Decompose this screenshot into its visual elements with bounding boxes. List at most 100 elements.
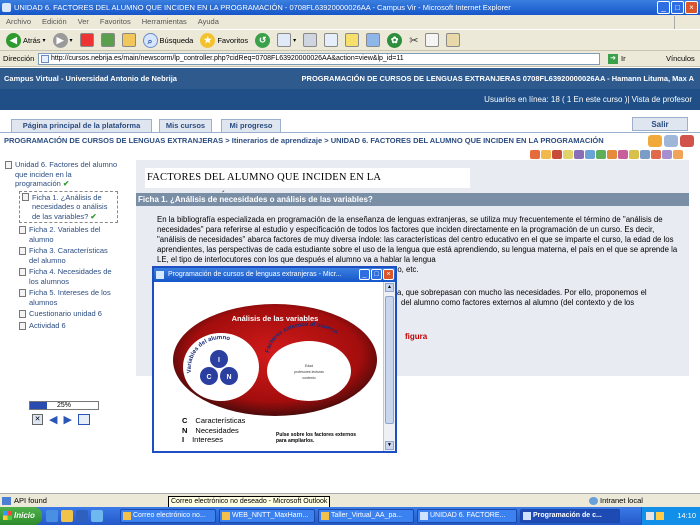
- back-button[interactable]: ◀ Atrás ▾: [4, 31, 48, 49]
- mail-icon: [277, 33, 292, 47]
- menu-herramientas[interactable]: Herramientas: [142, 15, 187, 29]
- taskbar-item[interactable]: UNIDAD 6. FACTORE...: [417, 509, 517, 523]
- taskbar-item[interactable]: Taller_Virtual_AA_pa...: [318, 509, 414, 523]
- learning-path-toc: Unidad 6. Factores del alumno que incide…: [5, 160, 118, 332]
- tool-icon[interactable]: [618, 150, 628, 159]
- toc-item-active[interactable]: Ficha 1. ¿Análisis de necesidades o anál…: [19, 190, 118, 223]
- progress-bar: 25%: [29, 401, 99, 410]
- tool-icon[interactable]: [574, 150, 584, 159]
- popup-scrollbar[interactable]: ▲ ▼: [383, 282, 395, 451]
- maximize-button[interactable]: □: [671, 1, 684, 14]
- menu-ayuda[interactable]: Ayuda: [198, 15, 219, 29]
- close-learning-path-icon[interactable]: [680, 135, 694, 147]
- next-icon[interactable]: ▶: [63, 413, 71, 426]
- clock[interactable]: 14:10: [677, 511, 696, 520]
- forward-button[interactable]: ▶ ▾: [51, 31, 75, 49]
- start-button[interactable]: Inicio: [0, 507, 42, 525]
- taskbar-item-active[interactable]: Programación de c...: [520, 509, 620, 523]
- tray-icon[interactable]: [646, 512, 654, 520]
- tool-icon[interactable]: [662, 150, 672, 159]
- cut-button[interactable]: ✂: [407, 31, 420, 49]
- toc-item[interactable]: Cuestionario unidad 6: [19, 309, 118, 319]
- minimize-button[interactable]: _: [657, 1, 670, 14]
- popup-close-button[interactable]: ×: [383, 269, 394, 280]
- logout-button[interactable]: Salir: [632, 117, 688, 131]
- tool-icon[interactable]: [640, 150, 650, 159]
- fullscreen-icon[interactable]: [77, 414, 90, 425]
- user-icon[interactable]: [664, 135, 678, 147]
- page-icon: [41, 55, 49, 63]
- intranet-icon: [589, 497, 598, 505]
- menu-archivo[interactable]: Archivo: [6, 15, 31, 29]
- tool-icon[interactable]: [552, 150, 562, 159]
- tool-icon[interactable]: [651, 150, 661, 159]
- research-button[interactable]: [364, 31, 382, 49]
- popup-maximize-button[interactable]: □: [371, 269, 382, 280]
- tab-my-courses[interactable]: Mis cursos: [159, 119, 212, 132]
- tool-icon[interactable]: [629, 150, 639, 159]
- outlook-quicklaunch-icon[interactable]: [61, 510, 73, 522]
- links-button[interactable]: Vínculos: [666, 51, 695, 67]
- home-course-icon[interactable]: [648, 135, 662, 147]
- menu-favoritos[interactable]: Favoritos: [100, 15, 131, 29]
- menu-ver[interactable]: Ver: [78, 15, 89, 29]
- ie-icon: [523, 512, 531, 520]
- scroll-down-icon[interactable]: ▼: [385, 441, 394, 450]
- ie-quicklaunch-icon[interactable]: [46, 510, 58, 522]
- refresh-icon: [100, 33, 115, 47]
- toc-item[interactable]: Ficha 3. Características del alumno: [19, 246, 118, 265]
- breadcrumb[interactable]: PROGRAMACIÓN DE CURSOS DE LENGUAS EXTRAN…: [4, 134, 604, 147]
- tool-icon[interactable]: [530, 150, 540, 159]
- toc-item[interactable]: Ficha 4. Necesidades de los alumnos: [19, 267, 118, 286]
- scroll-up-icon[interactable]: ▲: [385, 283, 394, 292]
- taskbar-item[interactable]: WEB_NNTT_MaxHam...: [219, 509, 315, 523]
- refresh-button[interactable]: [99, 31, 117, 49]
- search-button[interactable]: ⌕ Búsqueda: [141, 31, 196, 49]
- platform-nav: Página principal de la plataforma Mis cu…: [0, 110, 700, 133]
- toc-item[interactable]: Ficha 5. Intereses de los alumnos: [19, 288, 118, 307]
- menu-edicion[interactable]: Edición: [42, 15, 67, 29]
- print-button[interactable]: [301, 31, 319, 49]
- tool-icon[interactable]: [596, 150, 606, 159]
- go-button[interactable]: ➜ Ir: [608, 51, 626, 67]
- favorites-button[interactable]: ★ Favoritos: [198, 31, 250, 49]
- toc-item[interactable]: Actividad 6: [19, 321, 118, 331]
- legend-item: C Características: [182, 416, 246, 425]
- edit-button[interactable]: [322, 31, 340, 49]
- notes-button[interactable]: [343, 31, 361, 49]
- tab-my-progress[interactable]: Mi progreso: [221, 119, 281, 132]
- taskbar-item[interactable]: Correo electrónico no...: [120, 509, 216, 523]
- history-button[interactable]: ↺: [253, 31, 272, 49]
- popup-minimize-button[interactable]: _: [359, 269, 370, 280]
- toc-item[interactable]: Ficha 2. Variables del alumno: [19, 225, 118, 244]
- status-bar: API found Intranet local: [0, 493, 700, 507]
- tool-icon[interactable]: [607, 150, 617, 159]
- popup-title-bar[interactable]: Programación de cursos de lenguas extran…: [154, 268, 395, 282]
- document-icon: [19, 289, 26, 297]
- variables-diagram: Análisis de las variables Variables del …: [173, 304, 377, 416]
- previous-icon[interactable]: ◀: [49, 413, 57, 426]
- address-input[interactable]: http://cursos.nebrija.es/main/newscorm/l…: [38, 53, 600, 65]
- stop-button[interactable]: [78, 31, 96, 49]
- tool-icon[interactable]: [673, 150, 683, 159]
- home-button[interactable]: [120, 31, 138, 49]
- scroll-thumb[interactable]: [385, 296, 394, 424]
- paste-button[interactable]: [444, 31, 462, 49]
- mail-button[interactable]: ▾: [275, 31, 298, 49]
- figure-link[interactable]: figura: [405, 332, 427, 341]
- copy-button[interactable]: [423, 31, 441, 49]
- tab-home[interactable]: Página principal de la plataforma: [11, 119, 152, 132]
- word-quicklaunch-icon[interactable]: [76, 510, 88, 522]
- messenger-button[interactable]: ✿: [385, 31, 404, 49]
- messenger-icon: ✿: [387, 32, 403, 48]
- tray-icon[interactable]: [656, 512, 664, 520]
- tool-icon[interactable]: [563, 150, 573, 159]
- stats-icon[interactable]: ✕: [32, 414, 43, 425]
- letter-c: C: [206, 374, 211, 381]
- close-button[interactable]: ×: [685, 1, 698, 14]
- toc-unit[interactable]: Unidad 6. Factores del alumno que incide…: [5, 160, 118, 189]
- desktop-quicklaunch-icon[interactable]: [91, 510, 103, 522]
- tool-icon[interactable]: [585, 150, 595, 159]
- campus-name: Campus Virtual - Universidad Antonio de …: [4, 74, 177, 83]
- tool-icon[interactable]: [541, 150, 551, 159]
